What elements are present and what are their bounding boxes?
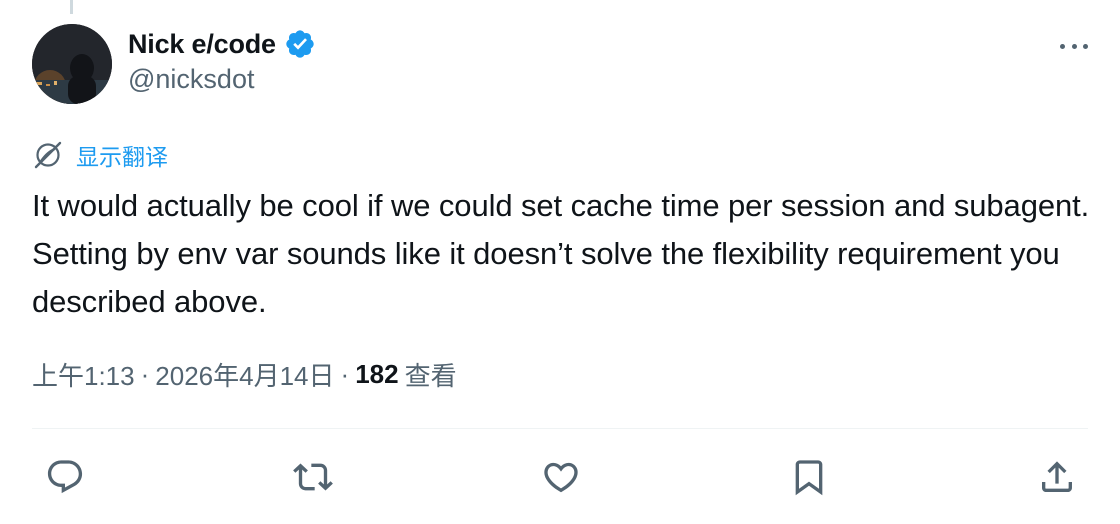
translate-globe-icon (34, 141, 62, 169)
like-button[interactable] (536, 452, 586, 502)
share-button[interactable] (1032, 452, 1082, 502)
tweet-text: It would actually be cool if we could se… (32, 188, 1090, 319)
views-count: 182 (355, 359, 399, 389)
more-options-button[interactable] (1060, 34, 1088, 58)
more-horizontal-icon (1071, 43, 1077, 49)
tweet-date[interactable]: 2026年4月14日 (155, 356, 334, 393)
more-horizontal-icon (1083, 43, 1088, 49)
bookmark-icon (795, 460, 823, 496)
verified-badge-icon (286, 30, 314, 58)
avatar[interactable] (32, 24, 112, 104)
author-block: Nick e/code @nicksdot (128, 24, 316, 95)
actions-divider (32, 428, 1088, 429)
retweet-button[interactable] (288, 452, 338, 502)
show-translation-button[interactable]: 显示翻译 (32, 138, 168, 172)
reply-icon (47, 460, 83, 494)
views-label: 查看 (404, 361, 457, 391)
meta-separator: · (340, 359, 350, 389)
show-translation-label: 显示翻译 (76, 144, 168, 170)
heart-icon (544, 462, 578, 493)
author-handle[interactable]: @nicksdot (128, 64, 316, 95)
meta-separator: · (140, 359, 150, 389)
reply-button[interactable] (40, 452, 90, 502)
retweet-icon (293, 463, 333, 491)
share-icon (1042, 461, 1072, 492)
more-horizontal-icon (1060, 43, 1065, 49)
author-name[interactable]: Nick e/code (128, 29, 276, 60)
tweet-actions-bar (32, 452, 1088, 502)
tweet-time[interactable]: 上午1:13 (32, 356, 135, 393)
bookmark-button[interactable] (784, 452, 834, 502)
avatar-image (32, 24, 112, 104)
tweet-metadata: 上午1:13 · 2026年4月14日 · 182 查看 (32, 356, 457, 393)
thread-connector-line (70, 0, 73, 14)
author-name-row: Nick e/code (128, 24, 316, 64)
